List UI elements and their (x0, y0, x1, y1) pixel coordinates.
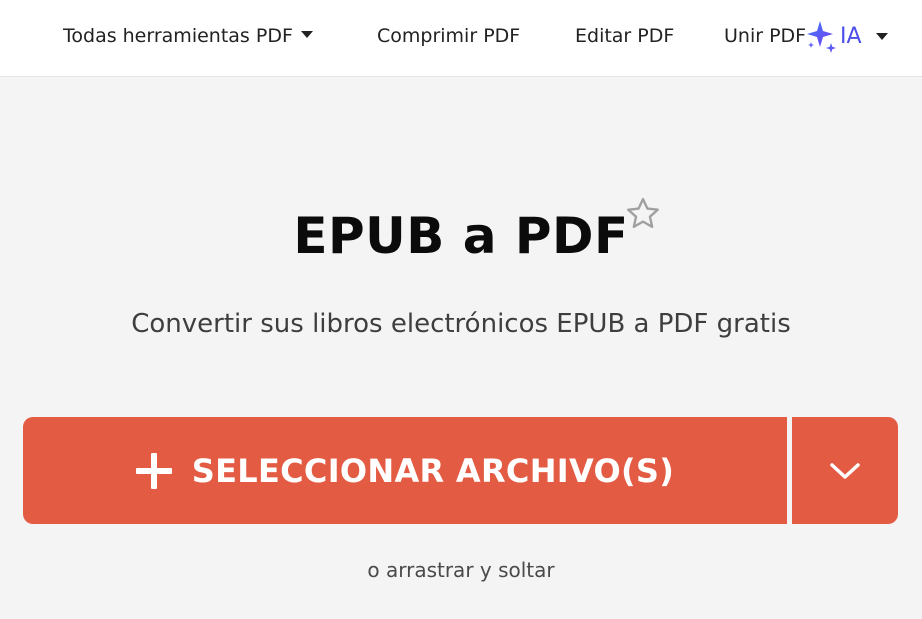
caret-down-icon (300, 31, 313, 38)
chevron-down-icon (830, 462, 860, 479)
nav-compress-pdf[interactable]: Comprimir PDF (377, 24, 520, 48)
nav-merge-pdf[interactable]: Unir PDF (724, 24, 806, 48)
top-navigation: Todas herramientas PDF Comprimir PDF Edi… (0, 0, 922, 77)
drag-drop-hint: o arrastrar y soltar (367, 558, 555, 582)
upload-options-button[interactable] (792, 417, 898, 524)
star-outline-icon[interactable] (624, 195, 662, 233)
nav-edit-pdf[interactable]: Editar PDF (575, 24, 674, 48)
hero-title-wrap: EPUB a PDF (0, 200, 922, 272)
select-files-button[interactable]: SELECCIONAR ARCHIVO(S) (23, 417, 787, 524)
page-title: EPUB a PDF (293, 207, 629, 265)
sparkle-icon (807, 21, 836, 53)
plus-icon (135, 452, 172, 489)
caret-down-icon (875, 32, 888, 40)
nav-all-tools[interactable]: Todas herramientas PDF (63, 24, 313, 48)
ai-menu[interactable]: IA (806, 18, 888, 54)
page-subtitle: Convertir sus libros electrónicos EPUB a… (131, 309, 791, 339)
ai-menu-label: IA (840, 23, 862, 49)
nav-all-tools-label: Todas herramientas PDF (63, 25, 293, 47)
select-files-label: SELECCIONAR ARCHIVO(S) (191, 451, 675, 490)
